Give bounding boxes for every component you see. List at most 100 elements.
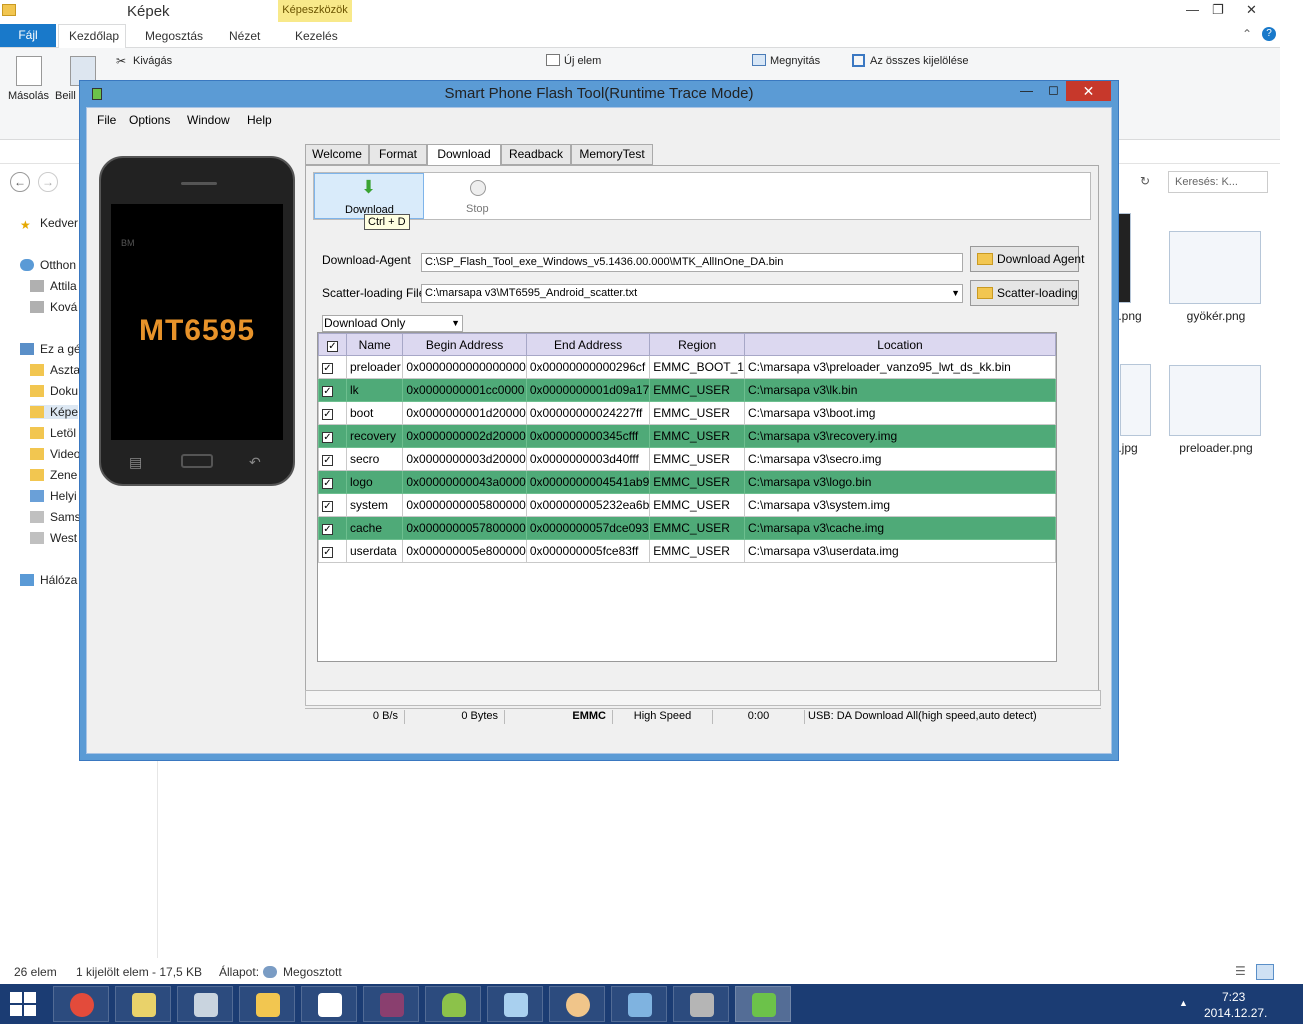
nav-samsung-drive[interactable]: Sams <box>30 510 81 524</box>
taskbar-chrome[interactable] <box>53 986 109 1022</box>
nav-favorites[interactable]: ★ Kedver <box>20 216 78 232</box>
paste-button[interactable]: Beill <box>55 90 76 102</box>
cell-location[interactable]: C:\marsapa v3\userdata.img <box>743 539 1056 563</box>
copy-button[interactable]: Másolás <box>8 90 49 102</box>
tab-readback[interactable]: Readback <box>501 144 571 165</box>
row-checkbox[interactable]: ✓ <box>318 355 347 379</box>
table-row[interactable]: ✓ userdata 0x000000005e800000 0x00000000… <box>318 539 1056 563</box>
download-agent-button[interactable]: Download Agent <box>970 246 1084 272</box>
table-row[interactable]: ✓ system 0x0000000005800000 0x0000000052… <box>318 493 1056 517</box>
chevron-up-icon[interactable]: ⌃ <box>1242 27 1252 41</box>
nav-this-pc[interactable]: Ez a gé <box>20 342 81 356</box>
clock-time[interactable]: 7:23 <box>1222 990 1245 1004</box>
taskbar-apps[interactable] <box>301 986 357 1022</box>
download-button[interactable]: ⬇ Download <box>314 173 424 219</box>
row-checkbox[interactable]: ✓ <box>318 493 347 517</box>
back-icon[interactable]: ← <box>10 172 30 192</box>
taskbar-flash-tool[interactable] <box>735 986 791 1022</box>
cell-location[interactable]: C:\marsapa v3\preloader_vanzo95_lwt_ds_k… <box>743 355 1056 379</box>
thumbnail-image[interactable] <box>1169 231 1261 304</box>
select-all-checkbox[interactable]: ✓ <box>318 333 347 356</box>
close-button[interactable]: ✕ <box>1066 81 1111 101</box>
stop-button[interactable]: Stop <box>466 203 489 215</box>
taskbar-remote[interactable] <box>673 986 729 1022</box>
menu-file[interactable]: File <box>97 113 116 127</box>
nav-downloads[interactable]: Letöl <box>30 426 76 440</box>
tab-home[interactable]: Kezdőlap <box>69 29 119 43</box>
row-checkbox[interactable]: ✓ <box>318 470 347 494</box>
cell-location[interactable]: C:\marsapa v3\system.img <box>743 493 1056 517</box>
taskbar-network[interactable] <box>611 986 667 1022</box>
tab-file[interactable]: Fájl <box>0 24 56 47</box>
tab-manage[interactable]: Kezelés <box>295 29 338 43</box>
forward-icon[interactable]: → <box>38 172 58 192</box>
nav-western-drive[interactable]: West <box>30 531 77 545</box>
nav-music[interactable]: Zene <box>30 468 77 482</box>
row-checkbox[interactable]: ✓ <box>318 424 347 448</box>
row-checkbox[interactable]: ✓ <box>318 447 347 471</box>
cut-button[interactable]: Kivágás <box>133 55 172 67</box>
scatter-file-select[interactable]: C:\marsapa v3\MT6595_Android_scatter.txt… <box>421 284 963 303</box>
table-row[interactable]: ✓ secro 0x0000000003d20000 0x0000000003d… <box>318 447 1056 471</box>
refresh-icon[interactable]: ↻ <box>1140 174 1150 188</box>
clock-date[interactable]: 2014.12.27. <box>1204 1006 1267 1020</box>
table-row[interactable]: ✓ recovery 0x0000000002d20000 0x00000000… <box>318 424 1056 448</box>
minimize-icon[interactable]: — <box>1020 83 1033 98</box>
nav-local-disk[interactable]: Helyi <box>30 489 77 503</box>
menu-options[interactable]: Options <box>129 113 170 127</box>
close-icon[interactable]: ✕ <box>1246 2 1257 18</box>
taskbar-notepad[interactable] <box>487 986 543 1022</box>
nav-documents[interactable]: Doku <box>30 384 78 398</box>
start-button[interactable] <box>10 992 38 1016</box>
taskbar-paint[interactable] <box>549 986 605 1022</box>
cell-location[interactable]: C:\marsapa v3\logo.bin <box>743 470 1056 494</box>
row-checkbox[interactable]: ✓ <box>318 378 347 402</box>
nav-desktop[interactable]: Aszta <box>30 363 80 377</box>
show-hidden-icons-icon[interactable]: ▲ <box>1179 998 1188 1008</box>
context-tab-image-tools[interactable]: Képeszközök <box>278 0 352 22</box>
tab-welcome[interactable]: Welcome <box>305 144 369 165</box>
details-view-icon[interactable]: ☰ <box>1235 964 1246 978</box>
nav-network[interactable]: Hálóza <box>20 573 77 587</box>
taskbar-sticky-notes[interactable] <box>115 986 171 1022</box>
table-row[interactable]: ✓ lk 0x0000000001cc0000 0x0000000001d09a… <box>318 378 1056 402</box>
nav-user-attila[interactable]: Attila <box>30 279 77 293</box>
download-agent-field[interactable]: C:\SP_Flash_Tool_exe_Windows_v5.1436.00.… <box>421 253 963 272</box>
tab-share[interactable]: Megosztás <box>145 29 203 43</box>
search-input[interactable]: Keresés: K... <box>1168 171 1268 193</box>
minimize-icon[interactable]: — <box>1186 2 1199 17</box>
table-row[interactable]: ✓ cache 0x0000000057800000 0x0000000057d… <box>318 516 1056 540</box>
taskbar-calculator[interactable] <box>177 986 233 1022</box>
nav-homegroup[interactable]: Otthon <box>20 258 76 272</box>
thumbnail-image[interactable] <box>1118 213 1131 303</box>
help-icon[interactable]: ? <box>1262 27 1276 41</box>
thumbnail-image[interactable] <box>1120 364 1151 436</box>
menu-window[interactable]: Window <box>187 113 230 127</box>
cell-location[interactable]: C:\marsapa v3\lk.bin <box>743 378 1056 402</box>
open-button[interactable]: Megnyitás <box>770 55 820 67</box>
thumbnail-image[interactable] <box>1169 365 1261 436</box>
taskbar-file-explorer[interactable] <box>239 986 295 1022</box>
maximize-icon[interactable]: ◻ <box>1048 82 1059 98</box>
row-checkbox[interactable]: ✓ <box>318 539 347 563</box>
mode-select[interactable]: Download Only ▼ <box>322 315 463 332</box>
cell-location[interactable]: C:\marsapa v3\cache.img <box>743 516 1056 540</box>
tab-download[interactable]: Download <box>427 144 501 166</box>
menu-help[interactable]: Help <box>247 113 272 127</box>
nav-user-kovacs[interactable]: Ková <box>30 300 77 314</box>
tab-view[interactable]: Nézet <box>229 29 260 43</box>
select-all-button[interactable]: Az összes kijelölése <box>870 55 968 67</box>
table-row[interactable]: ✓ preloader 0x0000000000000000 0x0000000… <box>318 355 1056 379</box>
row-checkbox[interactable]: ✓ <box>318 516 347 540</box>
tab-format[interactable]: Format <box>369 144 427 165</box>
new-item-button[interactable]: Új elem <box>564 55 601 67</box>
cell-location[interactable]: C:\marsapa v3\secro.img <box>743 447 1056 471</box>
nav-videos[interactable]: Video <box>30 447 80 461</box>
taskbar-winrar[interactable] <box>363 986 419 1022</box>
table-row[interactable]: ✓ logo 0x00000000043a0000 0x000000000454… <box>318 470 1056 494</box>
row-checkbox[interactable]: ✓ <box>318 401 347 425</box>
maximize-icon[interactable]: ❐ <box>1212 2 1224 18</box>
table-row[interactable]: ✓ boot 0x0000000001d20000 0x000000000242… <box>318 401 1056 425</box>
nav-pictures[interactable]: Képe <box>30 405 79 419</box>
taskbar-android[interactable] <box>425 986 481 1022</box>
